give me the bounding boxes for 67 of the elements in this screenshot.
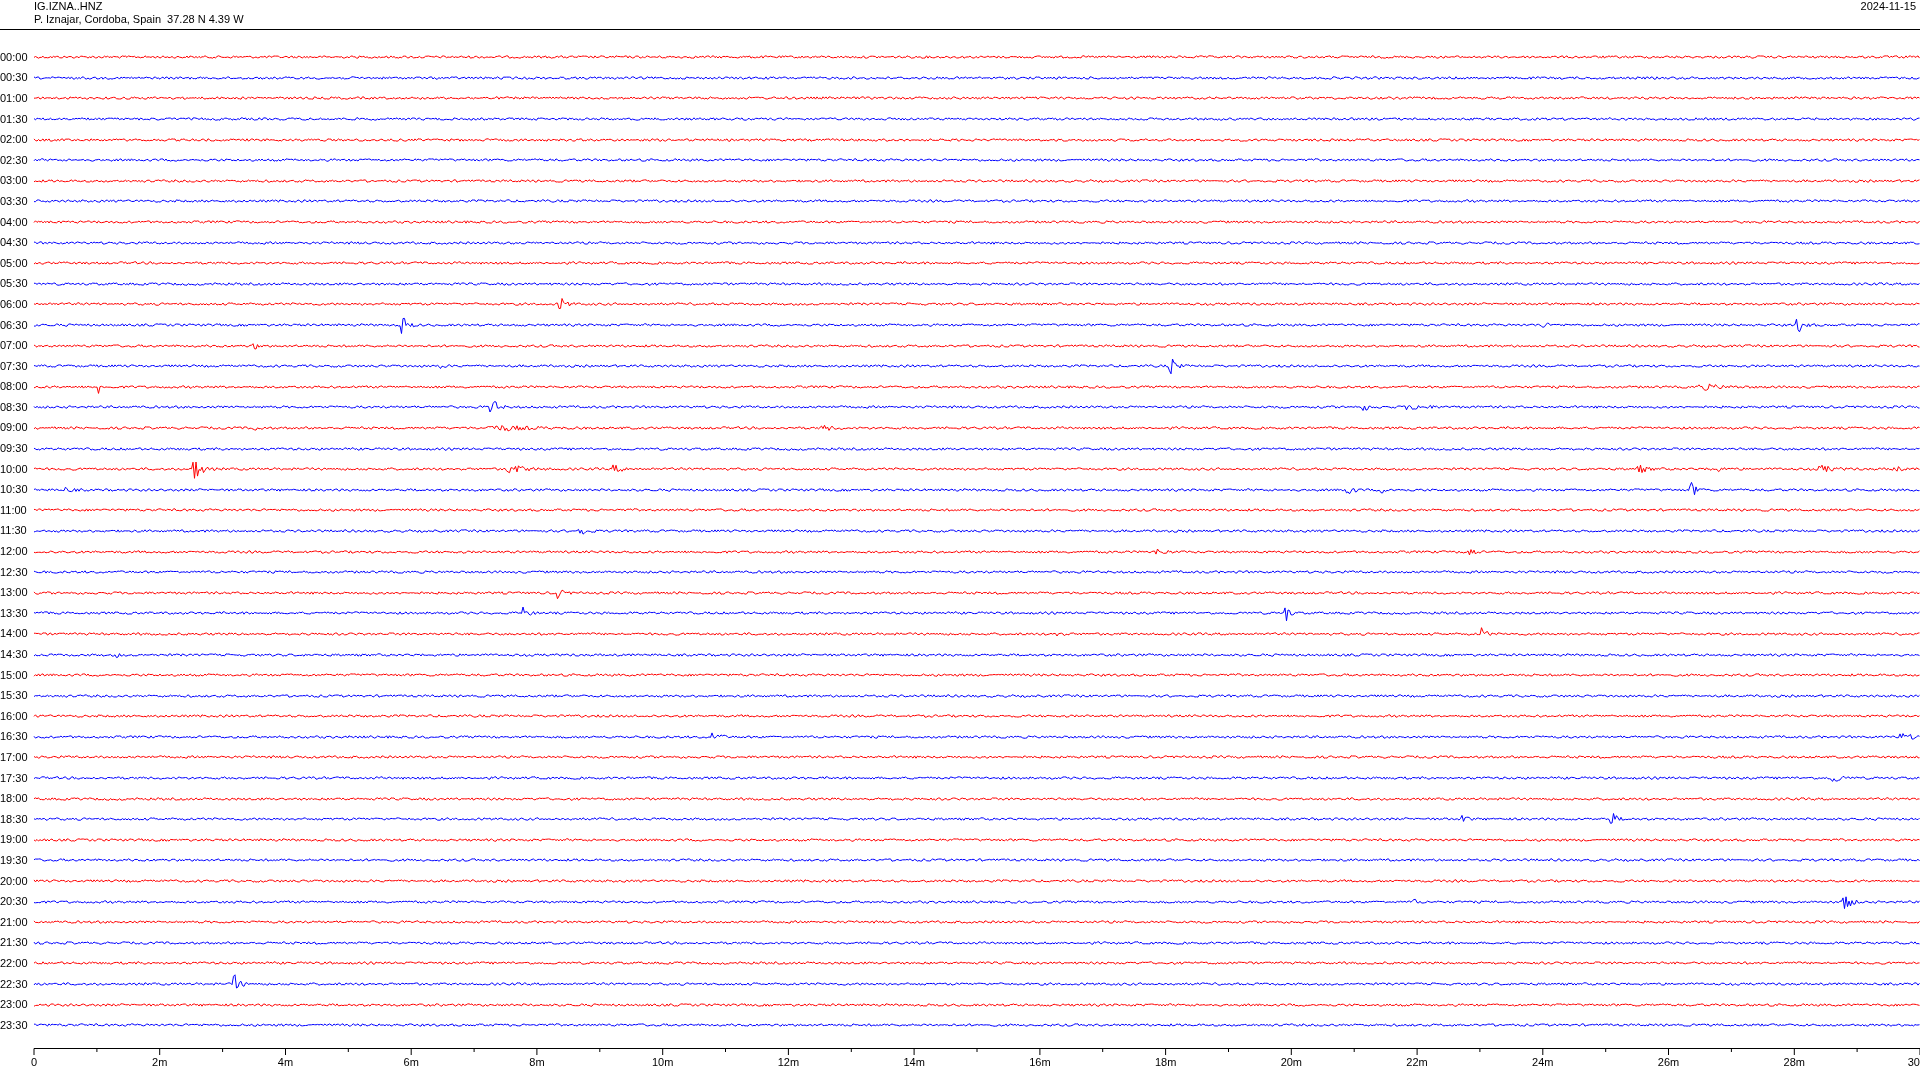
trace-time-label: 00:30 [0, 72, 29, 84]
trace-time-label: 12:30 [0, 566, 29, 578]
trace-time-label: 09:30 [0, 443, 29, 455]
trace-time-label: 18:00 [0, 793, 29, 805]
trace-time-label: 02:30 [0, 154, 29, 166]
axis-tick-label: 20m [1280, 1055, 1303, 1068]
trace-time-label: 18:30 [0, 813, 29, 825]
trace-time-label: 19:30 [0, 854, 29, 866]
axis-tick-label: 26m [1657, 1055, 1680, 1068]
axis-tick-label: 22m [1406, 1055, 1428, 1068]
axis-tick-label: 18m [1154, 1055, 1177, 1068]
trace-time-label: 20:00 [0, 875, 29, 887]
trace-time-label: 22:00 [0, 957, 29, 969]
trace-time-label: 13:30 [0, 607, 29, 619]
trace-time-label: 15:30 [0, 690, 29, 702]
axis-tick-label: 4m [277, 1055, 294, 1068]
axis-tick-label: 10m [651, 1055, 674, 1068]
trace-time-label: 06:30 [0, 319, 29, 331]
trace-time-label: 06:00 [0, 298, 29, 310]
trace-time-label: 08:00 [0, 381, 29, 393]
trace-time-label: 05:00 [0, 257, 29, 269]
trace-time-label: 12:00 [0, 546, 29, 558]
station-location: P. Iznajar, Cordoba, Spain 37.28 N 4.39 W [34, 13, 244, 26]
date-label: 2024-11-15 [1860, 0, 1916, 14]
trace-time-label: 14:30 [0, 649, 29, 660]
trace-time-label: 10:00 [0, 463, 29, 475]
trace-time-label: 07:30 [0, 360, 29, 372]
trace-time-label: 04:00 [0, 216, 29, 228]
trace-time-label: 00:00 [0, 51, 29, 63]
axis-tick-label: 16m [1029, 1055, 1051, 1068]
trace-time-label: 02:00 [0, 134, 29, 146]
trace-time-label: 10:30 [0, 484, 29, 496]
trace-time-label: 17:00 [0, 752, 29, 763]
trace-time-label: 08:30 [0, 401, 29, 413]
axis-tick-label: 24m [1532, 1055, 1554, 1068]
trace-time-label: 09:00 [0, 422, 29, 434]
axis-tick-label: 12m [777, 1055, 800, 1068]
trace-time-label: 21:30 [0, 937, 29, 949]
trace-time-label: 16:00 [0, 710, 29, 722]
axis-tick-label: 30 [1907, 1055, 1920, 1068]
trace-time-label: 14:00 [0, 628, 29, 640]
axis-tick-label: 14m [903, 1055, 925, 1068]
trace-time-label: 19:00 [0, 834, 29, 846]
trace-time-label: 11:30 [0, 525, 28, 537]
trace-time-label: 07:00 [0, 340, 29, 352]
trace-time-label: 23:00 [0, 999, 29, 1011]
trace-time-label: 01:30 [0, 113, 29, 125]
trace-time-label: 21:00 [0, 916, 29, 928]
trace-time-label: 16:30 [0, 731, 29, 743]
trace-time-label: 23:30 [0, 1019, 29, 1031]
axis-tick-label: 2m [152, 1055, 168, 1068]
trace-time-label: 11:00 [0, 504, 28, 516]
trace-time-label: 22:30 [0, 978, 29, 990]
trace-time-label: 17:30 [0, 772, 29, 784]
trace-time-label: 20:30 [0, 896, 29, 908]
axis-tick-label: 8m [529, 1055, 545, 1068]
trace-time-label: 01:00 [0, 93, 29, 104]
trace-time-label: 05:30 [0, 278, 29, 290]
axis-tick-label: 6m [403, 1055, 419, 1068]
trace-time-label: 03:00 [0, 175, 29, 187]
trace-time-label: 15:00 [0, 669, 29, 681]
axis-tick-label: 28m [1783, 1055, 1805, 1068]
station-code: IG.IZNA..HNZ [34, 0, 104, 13]
trace-time-label: 04:30 [0, 237, 29, 249]
axis-tick-label: 0 [31, 1055, 38, 1068]
trace-time-label: 03:30 [0, 195, 29, 207]
trace-time-label: 13:00 [0, 587, 29, 599]
